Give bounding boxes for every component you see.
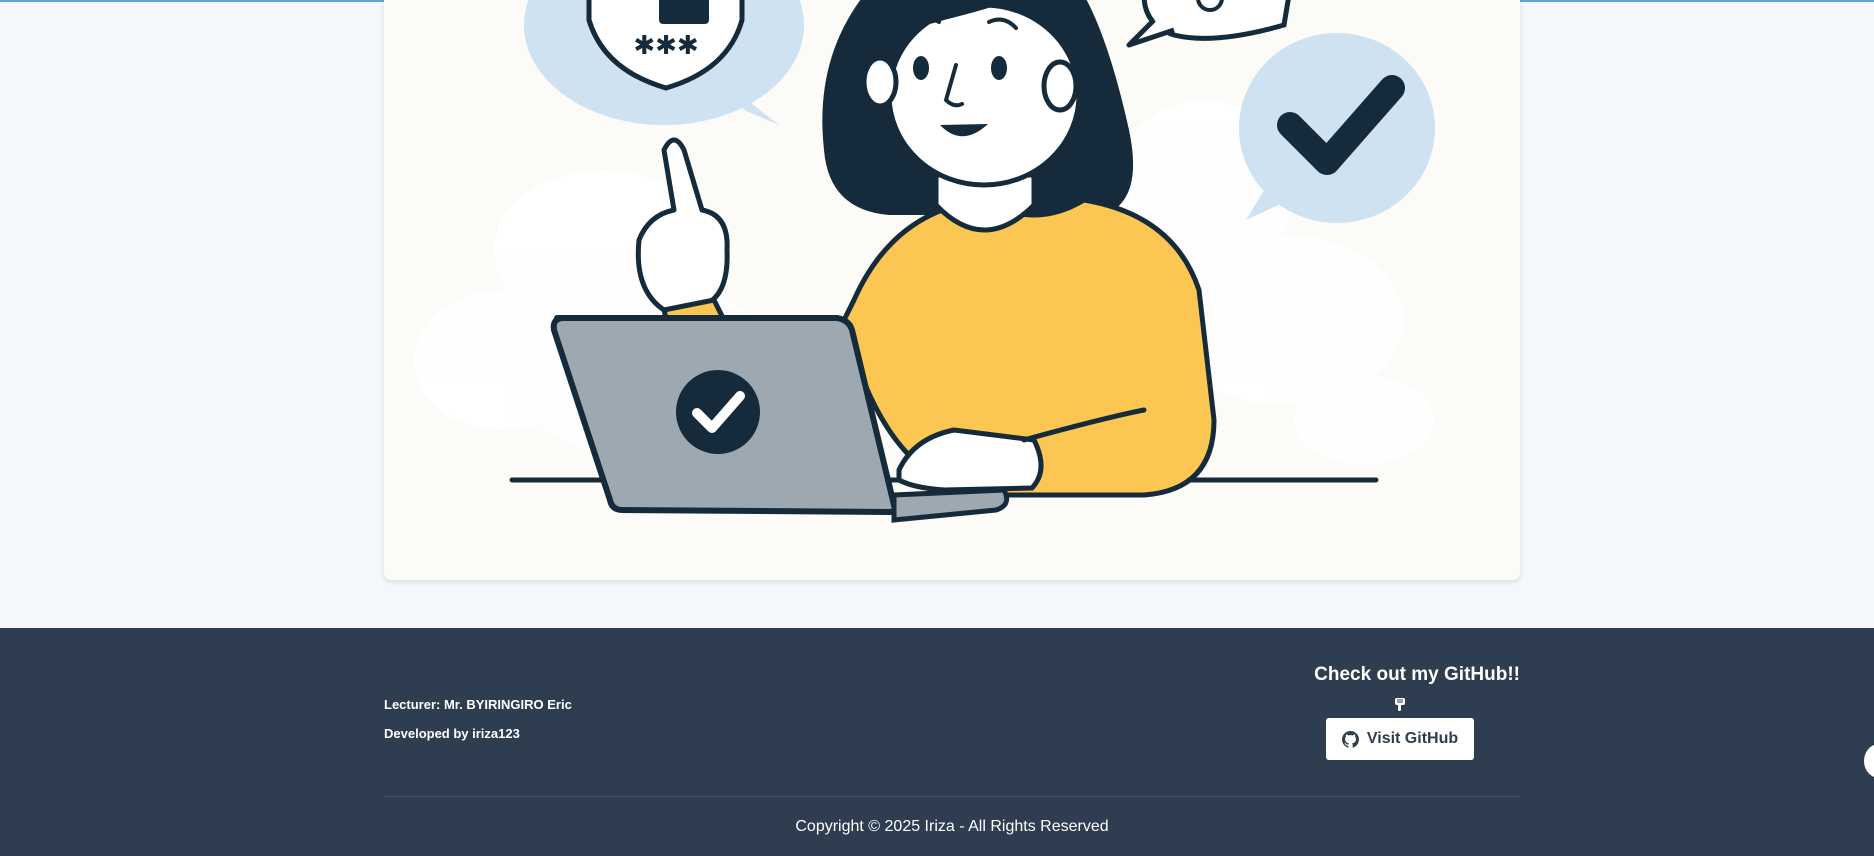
check-bubble xyxy=(1239,33,1435,223)
shield-bubble: ✱✱✱ xyxy=(524,0,804,125)
pointing-down-emoji-icon xyxy=(1395,698,1405,711)
footer-divider xyxy=(384,796,1520,797)
github-icon xyxy=(1341,730,1359,748)
visit-github-label: Visit GitHub xyxy=(1366,730,1459,747)
copyright-text: Copyright © 2025 Iriza - All Rights Rese… xyxy=(795,818,1109,835)
site-footer: Lecturer: Mr. BYIRINGIRO Eric Developed … xyxy=(0,628,1874,856)
footer-credits: Lecturer: Mr. BYIRINGIRO Eric Developed … xyxy=(384,690,572,748)
svg-text:✱✱✱: ✱✱✱ xyxy=(633,31,698,61)
hero-illustration: ✱✱✱ xyxy=(414,0,1435,523)
github-section: Check out my GitHub!! Visit GitHub xyxy=(1280,664,1520,760)
lecturer-credit: Lecturer: Mr. BYIRINGIRO Eric xyxy=(384,697,572,712)
visit-github-button[interactable]: Visit GitHub xyxy=(1325,718,1475,760)
github-heading: Check out my GitHub!! xyxy=(1314,664,1520,685)
developer-credit: Developed by iriza123 xyxy=(384,726,520,741)
hero-card: ✱✱✱ xyxy=(384,0,1520,580)
